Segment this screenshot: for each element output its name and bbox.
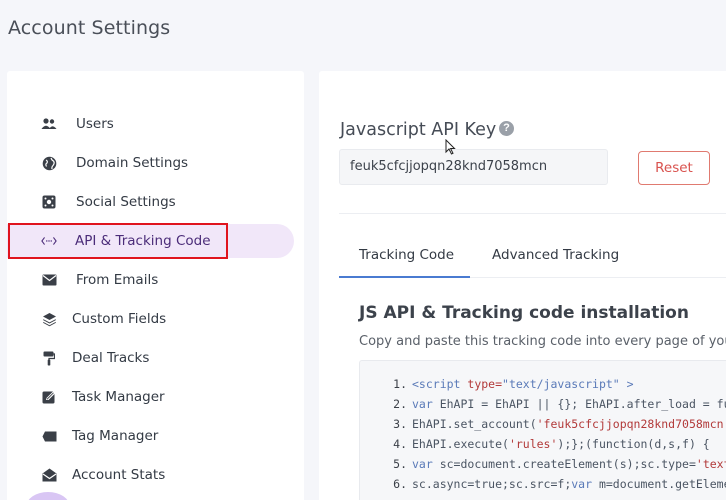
globe-icon <box>41 155 57 171</box>
api-key-field[interactable]: feuk5cfcjjopqn28knd7058mcn <box>339 149 608 185</box>
sidebar-item-label: Account Stats <box>72 467 166 483</box>
help-icon[interactable]: ? <box>499 121 514 136</box>
tab-tracking-code[interactable]: Tracking Code <box>359 247 454 263</box>
sidebar-item-tag-manager[interactable]: Tag Manager <box>7 419 304 453</box>
mouse-cursor-icon <box>445 139 456 155</box>
users-icon <box>41 116 57 132</box>
page-title: Account Settings <box>8 17 171 39</box>
envelope-icon <box>41 272 57 288</box>
tab-advanced-tracking[interactable]: Advanced Tracking <box>492 247 619 263</box>
sidebar-item-label: Users <box>76 116 114 132</box>
code-icon <box>41 233 57 249</box>
sidebar-item-label: API & Tracking Code <box>75 233 211 249</box>
tracking-code-block[interactable]: 1. <script type="text/javascript" > 2. v… <box>359 360 726 500</box>
sidebar-item-label: Deal Tracks <box>72 350 150 366</box>
sidebar-item-from-emails[interactable]: From Emails <box>7 263 304 297</box>
sidebar-item-task-manager[interactable]: Task Manager <box>7 380 304 414</box>
reset-button[interactable]: Reset <box>638 151 710 185</box>
social-icon <box>41 194 57 210</box>
sidebar-item-deal-tracks[interactable]: Deal Tracks <box>7 341 304 375</box>
tag-icon <box>41 428 57 444</box>
sidebar-item-label: Domain Settings <box>76 155 189 171</box>
active-tab-indicator <box>339 276 470 278</box>
edit-icon <box>41 389 57 405</box>
sidebar-item-users[interactable]: Users <box>7 107 304 141</box>
sidebar-item-label: Custom Fields <box>72 311 167 327</box>
install-description: Copy and paste this tracking code into e… <box>359 334 726 349</box>
api-key-title: Javascript API Key <box>340 120 497 140</box>
sidebar-item-api-tracking-code[interactable]: API & Tracking Code <box>7 224 294 258</box>
sidebar-item-label: Tag Manager <box>72 428 159 444</box>
sidebar-item-domain-settings[interactable]: Domain Settings <box>7 146 304 180</box>
layers-icon <box>41 311 57 327</box>
sidebar-item-label: Task Manager <box>72 389 165 405</box>
envelope-open-icon <box>41 467 57 483</box>
sidebar-item-label: Social Settings <box>76 194 176 210</box>
settings-sidebar: Users Domain Settings Social Settings AP… <box>7 71 304 500</box>
sidebar-item-label: From Emails <box>76 272 159 288</box>
install-title: JS API & Tracking code installation <box>359 303 689 323</box>
main-panel: Javascript API Key ? feuk5cfcjjopqn28knd… <box>319 71 726 500</box>
sidebar-item-custom-fields[interactable]: Custom Fields <box>7 302 304 336</box>
paint-roller-icon <box>41 350 57 366</box>
sidebar-item-account-stats[interactable]: Account Stats <box>7 458 304 492</box>
section-divider <box>339 213 726 214</box>
sidebar-item-social-settings[interactable]: Social Settings <box>7 185 304 219</box>
